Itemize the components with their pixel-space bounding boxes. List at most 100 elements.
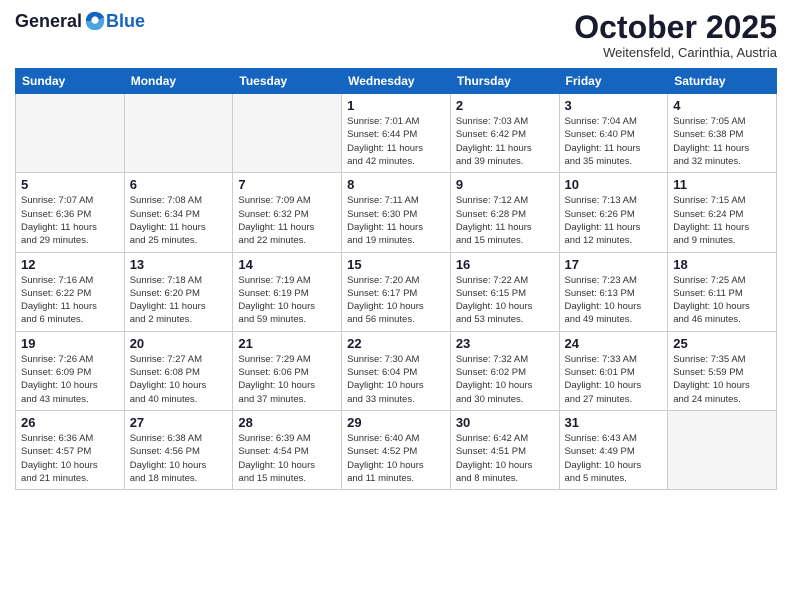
- col-friday: Friday: [559, 69, 668, 94]
- day-number: 23: [456, 336, 554, 351]
- day-info: Sunrise: 7:11 AMSunset: 6:30 PMDaylight:…: [347, 194, 445, 247]
- day-info: Sunrise: 7:13 AMSunset: 6:26 PMDaylight:…: [565, 194, 663, 247]
- table-row: [668, 410, 777, 489]
- day-info: Sunrise: 7:22 AMSunset: 6:15 PMDaylight:…: [456, 274, 554, 327]
- table-row: 10 Sunrise: 7:13 AMSunset: 6:26 PMDayligh…: [559, 173, 668, 252]
- day-number: 20: [130, 336, 228, 351]
- day-info: Sunrise: 7:33 AMSunset: 6:01 PMDaylight:…: [565, 353, 663, 406]
- table-row: 24 Sunrise: 7:33 AMSunset: 6:01 PMDayligh…: [559, 331, 668, 410]
- day-number: 2: [456, 98, 554, 113]
- day-info: Sunrise: 7:19 AMSunset: 6:19 PMDaylight:…: [238, 274, 336, 327]
- day-number: 3: [565, 98, 663, 113]
- day-number: 26: [21, 415, 119, 430]
- day-info: Sunrise: 6:36 AMSunset: 4:57 PMDaylight:…: [21, 432, 119, 485]
- day-number: 9: [456, 177, 554, 192]
- table-row: 8 Sunrise: 7:11 AMSunset: 6:30 PMDaylight…: [342, 173, 451, 252]
- day-info: Sunrise: 7:30 AMSunset: 6:04 PMDaylight:…: [347, 353, 445, 406]
- day-number: 11: [673, 177, 771, 192]
- day-info: Sunrise: 7:29 AMSunset: 6:06 PMDaylight:…: [238, 353, 336, 406]
- day-info: Sunrise: 7:15 AMSunset: 6:24 PMDaylight:…: [673, 194, 771, 247]
- day-number: 25: [673, 336, 771, 351]
- day-info: Sunrise: 6:39 AMSunset: 4:54 PMDaylight:…: [238, 432, 336, 485]
- table-row: 16 Sunrise: 7:22 AMSunset: 6:15 PMDayligh…: [450, 252, 559, 331]
- day-info: Sunrise: 7:18 AMSunset: 6:20 PMDaylight:…: [130, 274, 228, 327]
- day-info: Sunrise: 7:23 AMSunset: 6:13 PMDaylight:…: [565, 274, 663, 327]
- day-number: 5: [21, 177, 119, 192]
- day-number: 13: [130, 257, 228, 272]
- logo-general-text: General: [15, 11, 82, 32]
- day-number: 15: [347, 257, 445, 272]
- day-number: 7: [238, 177, 336, 192]
- table-row: 21Sunrise: 7:29 AMSunset: 6:06 PMDayligh…: [233, 331, 342, 410]
- col-saturday: Saturday: [668, 69, 777, 94]
- table-row: 1Sunrise: 7:01 AMSunset: 6:44 PMDaylight…: [342, 94, 451, 173]
- day-number: 31: [565, 415, 663, 430]
- table-row: 17Sunrise: 7:23 AMSunset: 6:13 PMDayligh…: [559, 252, 668, 331]
- header: General Blue October 2025 Weitensfeld, C…: [15, 10, 777, 60]
- table-row: 20 Sunrise: 7:27 AMSunset: 6:08 PMDayligh…: [124, 331, 233, 410]
- table-row: [233, 94, 342, 173]
- day-info: Sunrise: 7:05 AMSunset: 6:38 PMDaylight:…: [673, 115, 771, 168]
- day-info: Sunrise: 7:16 AMSunset: 6:22 PMDaylight:…: [21, 274, 119, 327]
- table-row: [16, 94, 125, 173]
- calendar-week-row: 26 Sunrise: 6:36 AMSunset: 4:57 PMDayligh…: [16, 410, 777, 489]
- day-number: 10: [565, 177, 663, 192]
- day-info: Sunrise: 7:04 AMSunset: 6:40 PMDaylight:…: [565, 115, 663, 168]
- day-number: 30: [456, 415, 554, 430]
- table-row: 23 Sunrise: 7:32 AMSunset: 6:02 PMDayligh…: [450, 331, 559, 410]
- table-row: 12Sunrise: 7:16 AMSunset: 6:22 PMDayligh…: [16, 252, 125, 331]
- logo-icon: [84, 10, 106, 32]
- calendar-week-row: 12Sunrise: 7:16 AMSunset: 6:22 PMDayligh…: [16, 252, 777, 331]
- table-row: 6 Sunrise: 7:08 AMSunset: 6:34 PMDaylight…: [124, 173, 233, 252]
- calendar-page: General Blue October 2025 Weitensfeld, C…: [0, 0, 792, 612]
- table-row: 30 Sunrise: 6:42 AMSunset: 4:51 PMDayligh…: [450, 410, 559, 489]
- day-number: 16: [456, 257, 554, 272]
- logo-blue-text: Blue: [106, 11, 145, 32]
- day-info: Sunrise: 7:03 AMSunset: 6:42 PMDaylight:…: [456, 115, 554, 168]
- table-row: 4Sunrise: 7:05 AMSunset: 6:38 PMDaylight…: [668, 94, 777, 173]
- calendar-table: Sunday Monday Tuesday Wednesday Thursday…: [15, 68, 777, 490]
- day-number: 6: [130, 177, 228, 192]
- col-tuesday: Tuesday: [233, 69, 342, 94]
- table-row: 3 Sunrise: 7:04 AMSunset: 6:40 PMDaylight…: [559, 94, 668, 173]
- day-info: Sunrise: 7:26 AMSunset: 6:09 PMDaylight:…: [21, 353, 119, 406]
- table-row: 14 Sunrise: 7:19 AMSunset: 6:19 PMDayligh…: [233, 252, 342, 331]
- table-row: 28 Sunrise: 6:39 AMSunset: 4:54 PMDayligh…: [233, 410, 342, 489]
- day-info: Sunrise: 7:25 AMSunset: 6:11 PMDaylight:…: [673, 274, 771, 327]
- table-row: 13 Sunrise: 7:18 AMSunset: 6:20 PMDayligh…: [124, 252, 233, 331]
- table-row: 2 Sunrise: 7:03 AMSunset: 6:42 PMDaylight…: [450, 94, 559, 173]
- table-row: 29Sunrise: 6:40 AMSunset: 4:52 PMDayligh…: [342, 410, 451, 489]
- day-info: Sunrise: 7:08 AMSunset: 6:34 PMDaylight:…: [130, 194, 228, 247]
- table-row: 11 Sunrise: 7:15 AMSunset: 6:24 PMDayligh…: [668, 173, 777, 252]
- title-section: October 2025 Weitensfeld, Carinthia, Aus…: [574, 10, 777, 60]
- calendar-week-row: 19Sunrise: 7:26 AMSunset: 6:09 PMDayligh…: [16, 331, 777, 410]
- table-row: 19Sunrise: 7:26 AMSunset: 6:09 PMDayligh…: [16, 331, 125, 410]
- col-sunday: Sunday: [16, 69, 125, 94]
- table-row: [124, 94, 233, 173]
- day-info: Sunrise: 6:40 AMSunset: 4:52 PMDaylight:…: [347, 432, 445, 485]
- day-number: 27: [130, 415, 228, 430]
- calendar-week-row: 1Sunrise: 7:01 AMSunset: 6:44 PMDaylight…: [16, 94, 777, 173]
- day-number: 28: [238, 415, 336, 430]
- day-number: 18: [673, 257, 771, 272]
- calendar-week-row: 5 Sunrise: 7:07 AMSunset: 6:36 PMDaylight…: [16, 173, 777, 252]
- day-number: 1: [347, 98, 445, 113]
- location-subtitle: Weitensfeld, Carinthia, Austria: [574, 45, 777, 60]
- calendar-header-row: Sunday Monday Tuesday Wednesday Thursday…: [16, 69, 777, 94]
- day-info: Sunrise: 6:42 AMSunset: 4:51 PMDaylight:…: [456, 432, 554, 485]
- day-info: Sunrise: 7:07 AMSunset: 6:36 PMDaylight:…: [21, 194, 119, 247]
- table-row: 7Sunrise: 7:09 AMSunset: 6:32 PMDaylight…: [233, 173, 342, 252]
- day-info: Sunrise: 7:32 AMSunset: 6:02 PMDaylight:…: [456, 353, 554, 406]
- month-title: October 2025: [574, 10, 777, 45]
- day-number: 14: [238, 257, 336, 272]
- table-row: 25Sunrise: 7:35 AMSunset: 5:59 PMDayligh…: [668, 331, 777, 410]
- day-number: 24: [565, 336, 663, 351]
- table-row: 9 Sunrise: 7:12 AMSunset: 6:28 PMDaylight…: [450, 173, 559, 252]
- col-thursday: Thursday: [450, 69, 559, 94]
- table-row: 27Sunrise: 6:38 AMSunset: 4:56 PMDayligh…: [124, 410, 233, 489]
- day-info: Sunrise: 7:12 AMSunset: 6:28 PMDaylight:…: [456, 194, 554, 247]
- day-number: 8: [347, 177, 445, 192]
- col-wednesday: Wednesday: [342, 69, 451, 94]
- day-info: Sunrise: 7:27 AMSunset: 6:08 PMDaylight:…: [130, 353, 228, 406]
- day-info: Sunrise: 6:43 AMSunset: 4:49 PMDaylight:…: [565, 432, 663, 485]
